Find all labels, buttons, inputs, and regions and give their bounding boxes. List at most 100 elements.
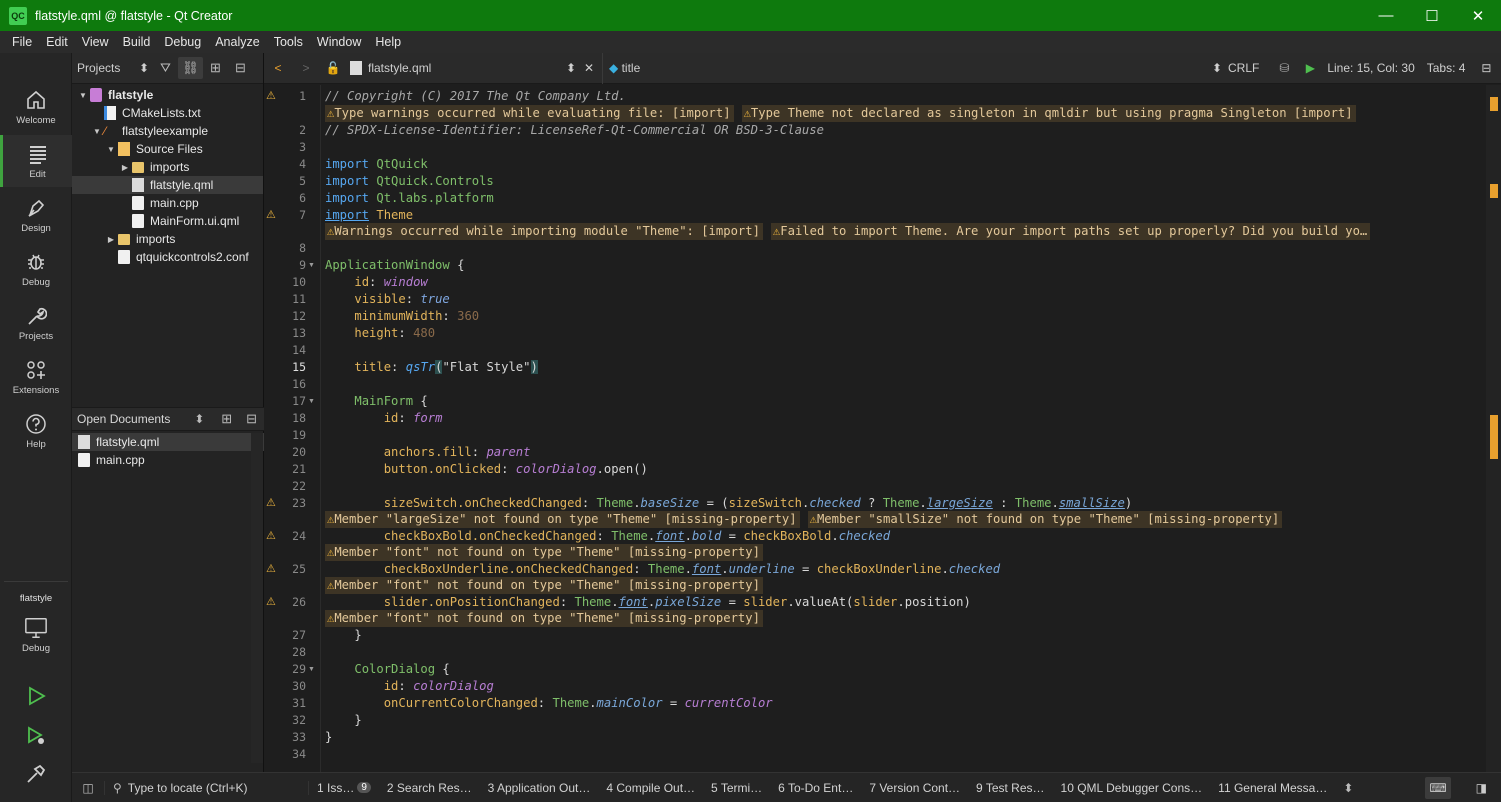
mode-welcome[interactable]: Welcome xyxy=(0,81,72,133)
warning-annotation[interactable]: ⚠Failed to import Theme. Are your import… xyxy=(770,223,1371,240)
tree-item[interactable]: ▼ flatstyle xyxy=(72,86,263,104)
tree-item[interactable]: qtquickcontrols2.conf xyxy=(72,248,263,266)
debug-run-button[interactable] xyxy=(22,723,50,751)
line-number[interactable]: 12 xyxy=(264,308,306,325)
document-selector[interactable]: flatstyle.qml ⬍ xyxy=(346,53,576,84)
warning-icon[interactable]: ⚠ xyxy=(266,594,278,611)
warning-annotation[interactable]: ⚠Member "smallSize" not found on type "T… xyxy=(807,511,1283,528)
menu-analyze[interactable]: Analyze xyxy=(208,35,266,49)
output-pane-tab[interactable]: 1 Iss… 9 xyxy=(309,781,379,795)
line-number[interactable]: 21 xyxy=(264,461,306,478)
toggle-sidebar-icon[interactable]: ◫ xyxy=(72,781,104,795)
toggle-right-sidebar-icon[interactable]: ◨ xyxy=(1476,781,1487,795)
output-pane-tab[interactable]: 2 Search Res… xyxy=(379,781,480,795)
warning-marker[interactable] xyxy=(1490,415,1498,459)
warning-icon[interactable]: ⚠ xyxy=(266,561,278,578)
warning-annotation[interactable]: ⚠Warnings occurred while importing modul… xyxy=(325,223,763,240)
run-preview-icon[interactable]: ▶ xyxy=(1297,53,1323,84)
locator-input[interactable]: ⚲ Type to locate (Ctrl+K) xyxy=(104,780,309,795)
warning-annotation[interactable]: ⚠Member "font" not found on type "Theme"… xyxy=(325,577,763,594)
mode-extensions[interactable]: Extensions xyxy=(0,351,72,403)
open-documents-title[interactable]: Open Documents xyxy=(77,412,194,426)
output-pane-tab[interactable]: 4 Compile Out… xyxy=(598,781,703,795)
open-documents-scrollbar[interactable] xyxy=(251,433,263,763)
forward-icon[interactable]: > xyxy=(292,53,320,84)
filter-icon[interactable]: ⛛ xyxy=(153,57,178,79)
database-icon[interactable]: ⛁ xyxy=(1271,53,1297,84)
expand-arrow-icon[interactable]: ▶ xyxy=(104,235,118,244)
line-number[interactable]: 28 xyxy=(264,644,306,661)
mode-design[interactable]: Design xyxy=(0,189,72,241)
open-document-item[interactable]: flatstyle.qml xyxy=(72,433,264,451)
line-number[interactable]: 31 xyxy=(264,695,306,712)
line-number[interactable]: 34 xyxy=(264,746,306,763)
line-number[interactable]: 17 xyxy=(264,393,306,410)
tree-item[interactable]: ▶ imports xyxy=(72,158,263,176)
mode-help[interactable]: Help xyxy=(0,405,72,457)
menu-build[interactable]: Build xyxy=(116,35,158,49)
warning-icon[interactable]: ⚠ xyxy=(266,495,278,512)
close-document-icon[interactable]: ✕ xyxy=(576,53,602,84)
split-editor-icon[interactable]: ⊟ xyxy=(1473,53,1499,84)
warning-annotation[interactable]: ⚠Type Theme not declared as singleton in… xyxy=(741,105,1356,122)
menu-help[interactable]: Help xyxy=(368,35,408,49)
fold-arrow-icon[interactable]: ▼ xyxy=(308,393,315,410)
menu-view[interactable]: View xyxy=(75,35,116,49)
line-number[interactable]: 6 xyxy=(264,190,306,207)
menu-file[interactable]: File xyxy=(5,35,39,49)
warning-marker[interactable] xyxy=(1490,184,1498,198)
tree-item[interactable]: MainForm.ui.qml xyxy=(72,212,263,230)
line-number[interactable]: 29 xyxy=(264,661,306,678)
line-number[interactable]: 5 xyxy=(264,173,306,190)
build-button[interactable] xyxy=(22,761,50,789)
run-button[interactable] xyxy=(22,683,50,711)
open-document-item[interactable]: main.cpp xyxy=(72,451,264,469)
line-number[interactable]: 13 xyxy=(264,325,306,342)
expand-arrow-icon[interactable]: ▶ xyxy=(118,163,132,172)
projects-view-selector[interactable]: Projects ⬍ xyxy=(77,61,153,75)
warning-marker[interactable] xyxy=(1490,97,1498,111)
warning-annotation[interactable]: ⚠Member "font" not found on type "Theme"… xyxy=(325,610,763,627)
line-number[interactable]: 18 xyxy=(264,410,306,427)
mode-debug[interactable]: Debug xyxy=(0,243,72,295)
fold-arrow-icon[interactable]: ▼ xyxy=(308,661,315,678)
line-number[interactable]: 3 xyxy=(264,139,306,156)
line-number[interactable]: 16 xyxy=(264,376,306,393)
tab-settings[interactable]: Tabs: 4 xyxy=(1427,53,1466,84)
kit-selector[interactable]: Debug xyxy=(0,609,72,661)
link-icon[interactable]: ⛓ xyxy=(178,57,203,79)
tree-item[interactable]: CMakeLists.txt xyxy=(72,104,263,122)
mode-edit[interactable]: Edit xyxy=(0,135,72,187)
warning-icon[interactable]: ⚠ xyxy=(266,207,278,224)
line-number[interactable]: 10 xyxy=(264,274,306,291)
menu-tools[interactable]: Tools xyxy=(267,35,310,49)
output-pane-tab[interactable]: 9 Test Res… xyxy=(968,781,1052,795)
output-pane-tab[interactable]: 10 QML Debugger Cons… xyxy=(1053,781,1211,795)
menu-debug[interactable]: Debug xyxy=(157,35,208,49)
expand-arrow-icon[interactable]: ▼ xyxy=(90,127,104,136)
code-editor[interactable]: // Copyright (C) 2017 The Qt Company Ltd… xyxy=(320,85,1486,772)
line-number[interactable]: 15 xyxy=(264,359,306,376)
split-icon[interactable]: ⊞ xyxy=(214,408,239,430)
line-number[interactable]: 14 xyxy=(264,342,306,359)
minimize-button[interactable]: — xyxy=(1363,0,1409,31)
updown-icon[interactable]: ⬍ xyxy=(194,412,214,426)
line-number[interactable]: 20 xyxy=(264,444,306,461)
line-number[interactable]: 2 xyxy=(264,122,306,139)
output-pane-tab[interactable]: 7 Version Cont… xyxy=(861,781,968,795)
symbol-selector[interactable]: ◆ title ⬍ xyxy=(602,52,1222,84)
expand-arrow-icon[interactable]: ▼ xyxy=(76,91,90,100)
mode-projects[interactable]: Projects xyxy=(0,297,72,349)
tree-item[interactable]: ▼ ⁄ flatstyleexample xyxy=(72,122,263,140)
line-number[interactable]: 27 xyxy=(264,627,306,644)
maximize-button[interactable]: ☐ xyxy=(1409,0,1455,31)
expand-arrow-icon[interactable]: ▼ xyxy=(104,145,118,154)
line-number[interactable]: 4 xyxy=(264,156,306,173)
warning-icon[interactable]: ⚠ xyxy=(266,88,278,105)
collapse-icon[interactable]: ⊟ xyxy=(228,57,253,79)
close-button[interactable]: ✕ xyxy=(1455,0,1501,31)
fold-arrow-icon[interactable]: ▼ xyxy=(308,257,315,274)
line-number[interactable]: 22 xyxy=(264,478,306,495)
menu-window[interactable]: Window xyxy=(310,35,368,49)
output-pane-tab[interactable]: 5 Termi… xyxy=(703,781,770,795)
